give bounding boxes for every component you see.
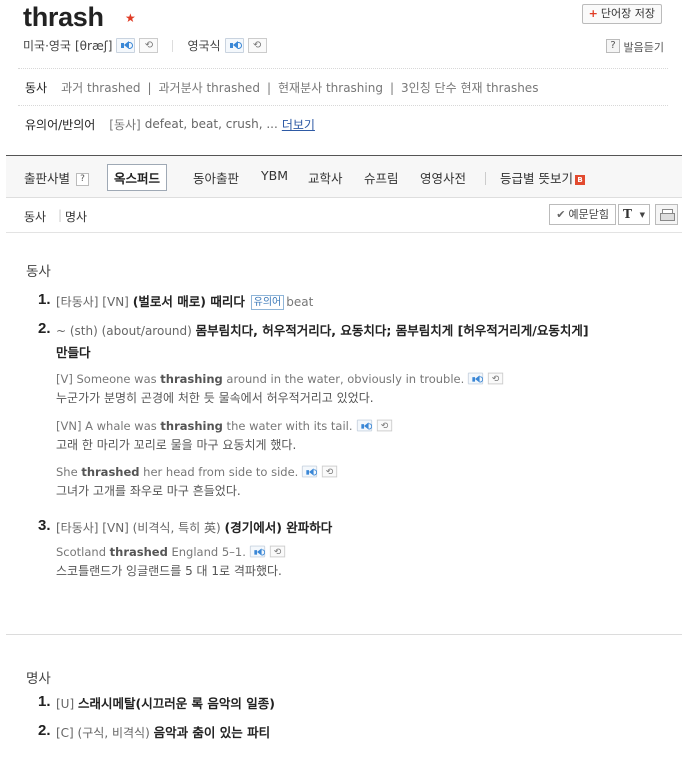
inflection-list: 과거 thrashed | 과거분사 thrashed | 현재분사 thrashing… [61,80,539,95]
importance-star-icon: ★ [125,11,136,25]
grammar-tags: [타동사] [VN] (비격식, 특히 英) [56,521,221,535]
speaker-icon[interactable] [224,38,244,53]
repeat-icon[interactable]: ⟲ [247,38,267,53]
tab-publisher-label: 출판사별? [24,168,90,187]
print-icon[interactable] [655,204,678,225]
repeat-icon[interactable]: ⟲ [322,465,338,478]
pron-us-uk-label: 미국·영국 [23,39,71,53]
help-icon[interactable]: ? [606,39,620,53]
pos-link-verb[interactable]: 동사 [24,208,46,225]
beta-badge: B [574,174,585,185]
sense-number: 1. [38,291,51,308]
repeat-icon[interactable]: ⟲ [376,419,392,432]
sense-item: 2. [C] (구식, 비격식) 음악과 춤이 있는 파티 [38,722,678,744]
speaker-icon[interactable] [116,38,136,53]
publisher-tabs: 출판사별? 옥스퍼드 동아출판 YBM 교학사 슈프림 영영사전 등급별 뜻보기… [6,155,682,198]
sense-number: 3. [38,517,51,534]
plus-icon: + [588,7,598,20]
repeat-icon[interactable]: ⟲ [488,372,504,385]
section-title-noun: 명사 [26,671,51,687]
speaker-icon[interactable] [249,545,266,558]
divider [172,39,174,52]
synonym-more-link[interactable]: 더보기 [282,116,315,133]
inflection-past-participle: 과거분사 thrashed [158,80,260,95]
synonym-word[interactable]: beat [286,295,313,309]
grammar-tags: [U] [56,697,75,711]
tab-level-meanings[interactable]: 등급별 뜻보기 B [500,168,585,187]
verb-forms-row: 동사 과거 thrashed | 과거분사 thrashed | 현재분사 thrash… [18,68,668,105]
sense-definition: (벌로서 매로) 때리다 [132,294,245,309]
pronunciation-row: 미국·영국 [θræʃ] ⟲ 영국식 ⟲ [23,37,267,54]
inflection-past: 과거 thrashed [61,80,141,95]
sense-item: 2. ~ (sth) (about/around) 몸부림치다, 허우적거리다,… [38,320,678,364]
example-translation: 누군가가 분명히 곤경에 처한 듯 물속에서 허우적거리고 있었다. [56,391,374,405]
synonym-row: 유의어/반의어 [동사] defeat, beat, crush, ... 더보… [18,105,668,142]
repeat-icon[interactable]: ⟲ [269,545,286,558]
synonym-list: defeat, beat, crush, ... [144,117,278,131]
headword: thrash [23,2,104,32]
speaker-icon[interactable] [468,372,484,385]
sense-definition-cont: 만들다 [56,345,91,360]
check-icon: ✔ [556,208,566,221]
pos-nav-bar: 동사 | 명사 ✔ 예문닫힘 T ▼ [6,199,682,233]
inflection-third-person: 3인칭 단수 현재 thrashes [401,80,539,95]
pron-uk-label: 영국식 [187,39,221,53]
save-to-wordbook-button[interactable]: + 단어장 저장 [581,4,662,24]
synonym-badge: 유의어 [250,295,285,310]
sense-definition: 몸부림치다, 허우적거리다, 요동치다; 몸부림치게 [허우적거리게/요동치게] [195,323,589,338]
sense-definition: 스래시메탈(시끄러운 록 음악의 일종) [77,696,275,711]
word-info-box: 동사 과거 thrashed | 과거분사 thrashed | 현재분사 thrash… [18,68,668,142]
sense-number: 2. [38,320,51,337]
example-sentence: She thrashed her head from side to side.… [56,463,676,499]
tab-kyohak[interactable]: 교학사 [308,168,343,187]
sense-item: 1. [타동사] [VN] (벌로서 매로) 때리다 유의어 beat [38,291,678,313]
example-translation: 고래 한 마리가 꼬리로 물을 마구 요동치게 했다. [56,438,297,452]
example-sentence: Scotland thrashed England 5–1. ⟲ 스코틀랜드가 잉… [56,543,676,579]
tab-supreme[interactable]: 슈프림 [364,168,399,187]
example-sentence: [V] Someone was thrashing around in the … [56,370,676,406]
divider: | [58,208,63,222]
tab-oxford[interactable]: 옥스퍼드 [107,164,168,191]
sense-item: 3. [타동사] [VN] (비격식, 특히 英) (경기에서) 완파하다 [38,517,678,539]
synonym-pos-tag: [동사] [109,117,141,132]
pos-link-noun[interactable]: 명사 [65,208,87,225]
synonym-label: 유의어/반의어 [25,117,96,132]
font-size-button[interactable]: T ▼ [618,204,650,225]
grammar-tags: [C] (구식, 비격식) [56,726,150,740]
speaker-icon[interactable] [356,419,372,432]
tab-english-english[interactable]: 영영사전 [420,168,466,187]
section-title-verb: 동사 [26,264,51,280]
repeat-icon[interactable]: ⟲ [139,38,159,53]
sense-number: 1. [38,693,51,710]
example-translation: 스코틀랜드가 잉글랜드를 5 대 1로 격파했다. [56,564,282,578]
grammar-tags: [타동사] [VN] [56,295,129,309]
grammar-tags: ~ (sth) (about/around) [56,324,192,338]
help-icon[interactable]: ? [76,173,90,186]
example-sentence: [VN] A whale was thrashing the water wit… [56,417,676,453]
sense-definition: (경기에서) 완파하다 [224,520,333,535]
example-translation: 그녀가 고개를 좌우로 마구 흔들었다. [56,484,241,498]
section-divider [6,634,682,635]
pron-listen-link[interactable]: 발음듣기 [624,39,664,55]
entry-header: thrash ★ + 단어장 저장 미국·영국 [θræʃ] ⟲ 영국식 ⟲ ? … [0,0,682,150]
sense-item: 1. [U] 스래시메탈(시끄러운 록 음악의 일종) [38,693,678,715]
divider [485,172,486,185]
chevron-down-icon: ▼ [639,211,645,219]
sense-definition: 음악과 춤이 있는 파티 [153,725,271,740]
speaker-icon[interactable] [302,465,318,478]
sense-number: 2. [38,722,51,739]
tab-dong-a[interactable]: 동아출판 [193,168,239,187]
inflection-present-participle: 현재분사 thrashing [277,80,383,95]
example-toggle-button[interactable]: ✔ 예문닫힘 [549,204,616,225]
pos-label: 동사 [25,80,48,95]
pron-ipa: [θræʃ] [74,38,113,53]
tab-ybm[interactable]: YBM [261,168,288,183]
